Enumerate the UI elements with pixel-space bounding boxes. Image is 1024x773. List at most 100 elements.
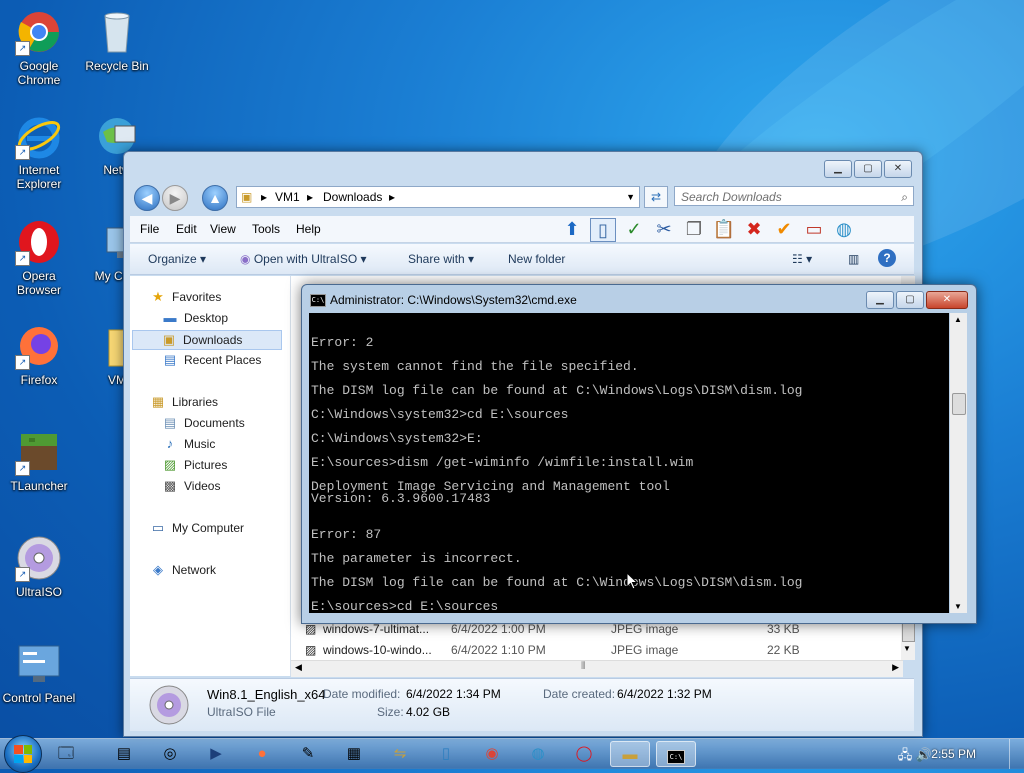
cmd-maximize-button[interactable]: ▢	[896, 291, 924, 309]
maximize-button[interactable]: ▢	[854, 160, 882, 178]
desktop-icon-firefox[interactable]: ↗ Firefox	[1, 322, 77, 387]
nav-label: Desktop	[184, 311, 229, 325]
cmd-minimize-button[interactable]: ▁	[866, 291, 894, 309]
search-input[interactable]: Search Downloads ⌕	[674, 186, 914, 206]
nav-desktop[interactable]: ▬ Desktop	[162, 311, 229, 326]
taskbar-notepad-icon[interactable]: ✎	[288, 741, 328, 767]
breadcrumb-vm1[interactable]: VM1	[275, 187, 300, 207]
nav-my-computer[interactable]: ▭ My Computer	[150, 521, 244, 536]
nav-libraries[interactable]: ▦ Libraries	[150, 394, 218, 410]
taskbar-paint-icon[interactable]: ▤	[104, 741, 144, 767]
volume-icon[interactable]: 🔊	[916, 747, 932, 762]
nav-pictures[interactable]: ▨ Pictures	[162, 458, 228, 473]
menu-file[interactable]: File	[140, 222, 159, 236]
taskbar-steam-icon[interactable]: ◎	[150, 741, 190, 767]
clock[interactable]: 2:55 PM	[931, 747, 976, 761]
share-with-button[interactable]: Share with ▾	[408, 252, 474, 266]
taskbar-network-share-icon[interactable]: ⇋	[380, 741, 420, 767]
copy-icon[interactable]: ❐	[682, 218, 706, 240]
menu-view[interactable]: View	[210, 222, 236, 236]
delete-icon[interactable]: ✖	[742, 218, 766, 240]
console-output[interactable]: Error: 2 The system cannot find the file…	[309, 313, 949, 613]
shortcut-arrow-icon: ↗	[15, 461, 30, 476]
desktop-icon-control-panel[interactable]: Control Panel	[1, 640, 77, 705]
breadcrumb-separator: ▸	[389, 190, 396, 204]
preview-pane-toggle-icon[interactable]: ▥	[848, 252, 859, 266]
taskbar-archive-icon[interactable]: ▦	[334, 741, 374, 767]
cut-icon[interactable]: ✂	[652, 218, 676, 240]
menu-help[interactable]: Help	[296, 222, 321, 236]
taskbar-powershell-icon[interactable]: ▶	[196, 741, 236, 767]
scrollbar-grip[interactable]: ⦀	[581, 661, 585, 672]
show-desktop-button[interactable]	[1009, 739, 1024, 769]
preview-pane-icon[interactable]: ▯	[590, 218, 616, 242]
back-button[interactable]: ◀	[134, 185, 160, 211]
nav-recent-places[interactable]: ▤ Recent Places	[162, 352, 262, 368]
scroll-up-arrow-icon[interactable]: ▲	[954, 315, 962, 324]
network-status-icon[interactable]: 🖧	[898, 747, 913, 762]
scroll-left-arrow-icon[interactable]: ◀	[295, 662, 302, 673]
share-with-label: Share with	[408, 252, 465, 266]
breadcrumb-separator: ▸	[307, 190, 314, 204]
help-icon[interactable]: ?	[878, 249, 896, 267]
menu-edit[interactable]: Edit	[176, 222, 197, 236]
globe-icon[interactable]: ◍	[832, 218, 856, 240]
nav-videos[interactable]: ▩ Videos	[162, 479, 221, 494]
organize-button[interactable]: Organize ▾	[148, 252, 206, 266]
scroll-down-arrow-icon[interactable]: ▼	[903, 644, 911, 653]
taskbar-chrome-icon[interactable]: ◉	[472, 741, 512, 767]
address-dropdown-icon[interactable]: ▼	[626, 187, 635, 207]
apply-icon[interactable]: ✔	[772, 218, 796, 240]
scrollbar-thumb[interactable]	[902, 622, 915, 642]
nav-favorites[interactable]: ★ Favorites	[150, 290, 221, 305]
close-button[interactable]: ✕	[884, 160, 912, 178]
breadcrumb-downloads[interactable]: Downloads	[323, 187, 382, 207]
taskbar-firefox-icon[interactable]: ●	[242, 741, 282, 767]
nav-network[interactable]: ◈ Network	[150, 563, 216, 578]
menu-tools[interactable]: Tools	[252, 222, 280, 236]
minimize-button[interactable]: ▁	[824, 160, 852, 178]
view-options-icon[interactable]: ☷ ▾	[792, 252, 812, 266]
nav-music[interactable]: ♪ Music	[162, 437, 216, 452]
console-line: E:\sources>dism /get-wiminfo /wimfile:in…	[311, 455, 694, 470]
cmd-close-button[interactable]: ✕	[926, 291, 968, 309]
file-list-horizontal-scrollbar[interactable]: ◀ ⦀ ▶	[291, 660, 903, 677]
up-button[interactable]: ▲	[202, 185, 228, 211]
desktop-icon-tlauncher[interactable]: ↗ TLauncher	[1, 428, 77, 493]
cmd-vertical-scrollbar[interactable]: ▲ ▼	[950, 313, 967, 613]
taskbar-folder-icon[interactable]: ▬	[610, 741, 650, 767]
desktop-icon-opera[interactable]: ↗ Opera Browser	[1, 218, 77, 297]
taskbar-cmd-icon[interactable]: C:\	[656, 741, 696, 767]
checklist-icon[interactable]: ✓	[622, 218, 646, 240]
up-arrow-icon[interactable]: ⬆	[560, 218, 584, 240]
taskbar-opera-icon[interactable]: ◯	[564, 741, 604, 767]
refresh-button[interactable]: ⇄	[644, 186, 668, 208]
taskbar-explorer-icon[interactable]: 🗔	[46, 741, 86, 767]
details-pane: Win8.1_English_x64 UltraISO File Date mo…	[130, 678, 914, 731]
rename-icon[interactable]: ▭	[802, 218, 826, 240]
desktop-icon-chrome[interactable]: ↗ Google Chrome	[1, 8, 77, 87]
desktop-icon-internet-explorer[interactable]: ↗ Internet Explorer	[1, 112, 77, 191]
start-button[interactable]	[4, 735, 42, 773]
paste-icon[interactable]: 📋	[712, 218, 736, 240]
scrollbar-thumb[interactable]	[952, 393, 966, 415]
taskbar-phone-icon[interactable]: ▯	[426, 741, 466, 767]
new-folder-button[interactable]: New folder	[508, 252, 565, 266]
cmd-window: C:\ Administrator: C:\Windows\System32\c…	[301, 284, 977, 624]
console-line: The system cannot find the file specifie…	[311, 359, 639, 374]
recent-places-icon: ▤	[163, 352, 177, 367]
forward-button[interactable]: ▶	[162, 185, 188, 211]
scroll-down-arrow-icon[interactable]: ▼	[954, 602, 962, 611]
nav-downloads[interactable]: ▣ Downloads	[132, 330, 282, 350]
open-with-button[interactable]: ◉ Open with UltraISO ▾	[240, 252, 367, 266]
desktop-icon-ultraiso[interactable]: ↗ UltraISO	[1, 534, 77, 599]
libraries-icon: ▦	[151, 394, 165, 409]
address-bar[interactable]: ▣ ▸ VM1 ▸ Downloads ▸ ▼	[236, 186, 640, 208]
address-row: ◀ ▶ ▲ ▣ ▸ VM1 ▸ Downloads ▸ ▼ ⇄ Search D…	[130, 184, 914, 211]
tlauncher-icon: ↗	[15, 428, 63, 476]
nav-documents[interactable]: ▤ Documents	[162, 416, 245, 431]
desktop-icon-recycle-bin[interactable]: Recycle Bin	[79, 8, 155, 73]
taskbar-globe-icon[interactable]: ◍	[518, 741, 558, 767]
ultraiso-file-icon	[148, 684, 190, 726]
scroll-right-arrow-icon[interactable]: ▶	[892, 662, 899, 673]
